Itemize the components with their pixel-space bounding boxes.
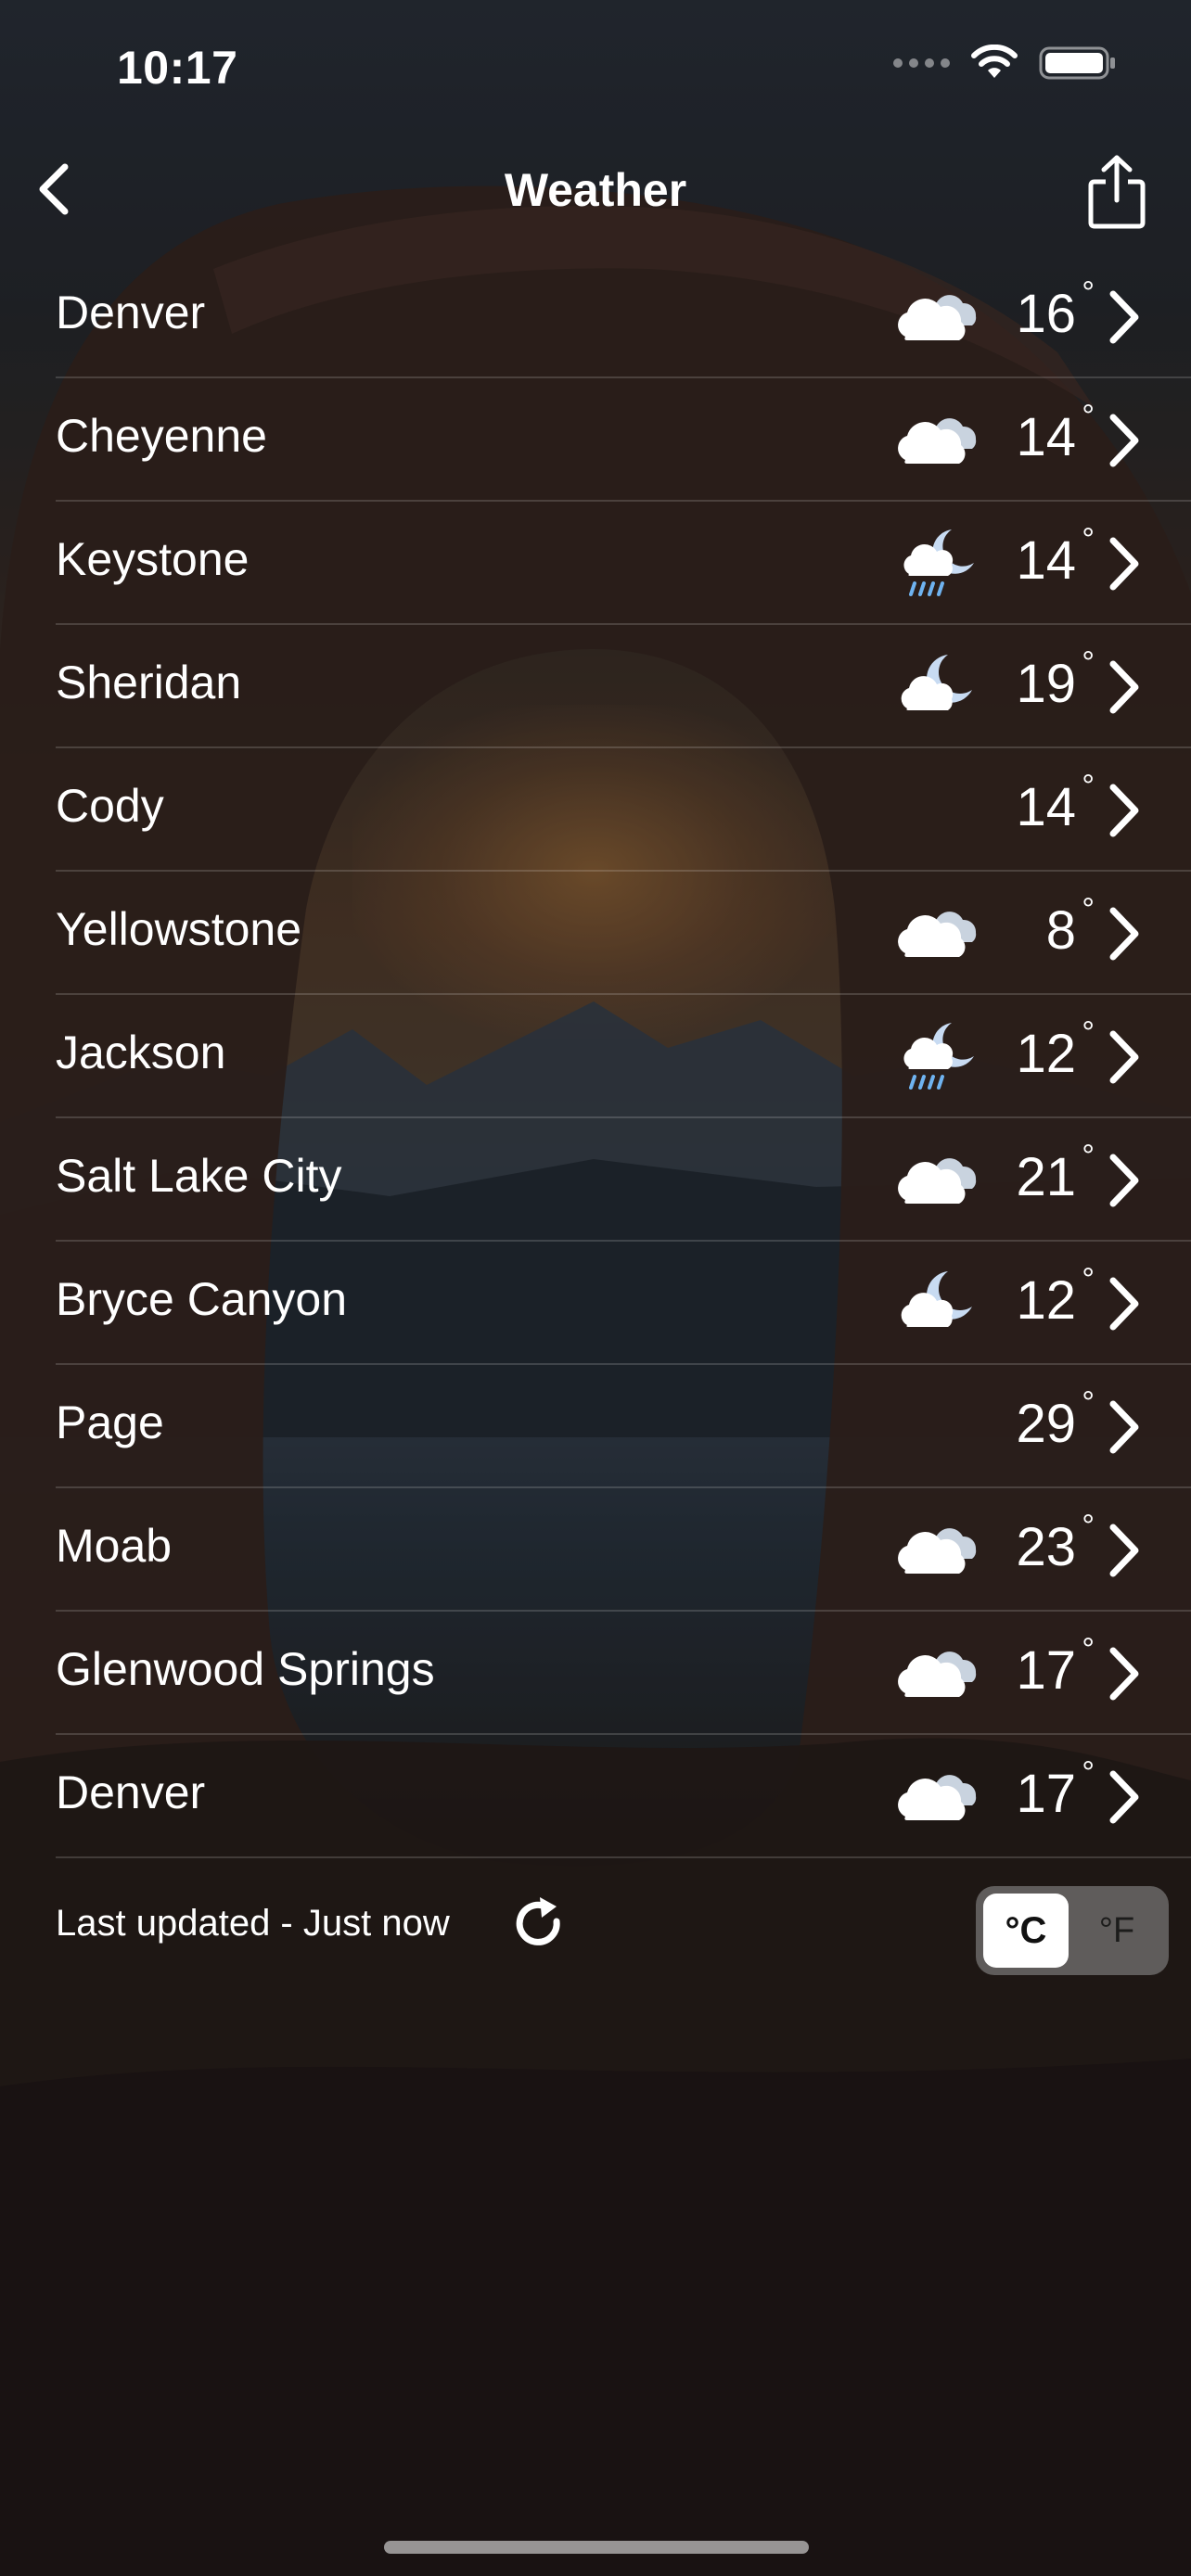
cloudy-icon — [887, 1142, 983, 1217]
degree-mark: ° — [1082, 1385, 1095, 1421]
city-row[interactable]: Denver 17 ° — [56, 1735, 1191, 1858]
city-row[interactable]: Jackson 12 ° — [56, 995, 1191, 1118]
city-name: Sheridan — [56, 657, 242, 708]
degree-mark: ° — [1082, 1262, 1095, 1297]
city-name: Bryce Canyon — [56, 1273, 348, 1325]
city-name: Glenwood Springs — [56, 1643, 435, 1695]
chevron-right-icon[interactable] — [1106, 535, 1143, 593]
chevron-right-icon[interactable] — [1106, 1398, 1143, 1456]
wifi-icon — [971, 45, 1018, 78]
status-icons — [893, 45, 1117, 82]
degree-mark: ° — [1082, 275, 1095, 311]
home-indicator — [384, 2541, 809, 2554]
temperature: 17 — [1016, 1764, 1076, 1824]
temperature: 14 — [1016, 530, 1076, 591]
chevron-right-icon[interactable] — [1106, 1028, 1143, 1086]
city-name: Salt Lake City — [56, 1150, 342, 1202]
city-name: Jackson — [56, 1027, 226, 1078]
degree-mark: ° — [1082, 892, 1095, 927]
temperature: 14 — [1016, 407, 1076, 467]
battery-icon — [1039, 46, 1115, 80]
footer: Last updated - Just now °C °F — [0, 1873, 1191, 1984]
city-row[interactable]: Yellowstone 8 ° — [56, 872, 1191, 995]
city-row[interactable]: Denver 16 ° — [56, 255, 1191, 378]
temperature: 21 — [1016, 1147, 1076, 1207]
last-updated-label: Last updated - Just now — [56, 1903, 450, 1944]
status-time: 10:17 — [117, 42, 238, 94]
temperature: 12 — [1016, 1270, 1076, 1331]
city-name: Yellowstone — [56, 903, 302, 955]
moon-cloud-icon — [887, 649, 983, 723]
status-bar: 10:17 — [0, 0, 1191, 130]
temperature: 29 — [1016, 1394, 1076, 1454]
unit-toggle[interactable]: °C °F — [976, 1886, 1169, 1975]
degree-mark: ° — [1082, 522, 1095, 557]
city-name: Cody — [56, 780, 164, 832]
city-row[interactable]: Keystone 14 ° — [56, 502, 1191, 625]
unit-fahrenheit-button[interactable]: °F — [1072, 1894, 1161, 1968]
degree-mark: ° — [1082, 1015, 1095, 1051]
degree-mark: ° — [1082, 645, 1095, 681]
chevron-right-icon[interactable] — [1106, 658, 1143, 716]
cellular-signal-icon — [893, 58, 950, 68]
city-row[interactable]: Sheridan 19 ° — [56, 625, 1191, 748]
cloudy-icon — [887, 896, 983, 970]
degree-mark: ° — [1082, 1509, 1095, 1544]
cloudy-icon — [887, 1636, 983, 1710]
city-name: Denver — [56, 1766, 206, 1818]
degree-mark: ° — [1082, 1139, 1095, 1174]
chevron-right-icon[interactable] — [1106, 1768, 1143, 1826]
degree-mark: ° — [1082, 1755, 1095, 1791]
cloudy-icon — [887, 402, 983, 477]
navigation-bar: Weather — [0, 139, 1191, 241]
moon-icon — [887, 1389, 983, 1463]
cloudy-icon — [887, 1512, 983, 1587]
temperature: 19 — [1016, 654, 1076, 714]
chevron-right-icon[interactable] — [1106, 1275, 1143, 1333]
unit-celsius-button[interactable]: °C — [983, 1894, 1069, 1968]
city-row[interactable]: Moab 23 ° — [56, 1488, 1191, 1612]
city-list: Denver 16 ° Cheyenne 14 ° Keystone 14 ° Sheridan 1… — [0, 255, 1191, 1858]
page-title: Weather — [504, 164, 687, 216]
moon-cloud-icon — [887, 1266, 983, 1340]
city-name: Moab — [56, 1520, 173, 1572]
chevron-right-icon[interactable] — [1106, 1152, 1143, 1209]
city-name: Page — [56, 1396, 164, 1448]
degree-mark: ° — [1082, 769, 1095, 804]
temperature: 17 — [1016, 1640, 1076, 1701]
city-row[interactable]: Salt Lake City 21 ° — [56, 1118, 1191, 1242]
chevron-right-icon[interactable] — [1106, 1645, 1143, 1702]
refresh-button[interactable] — [508, 1894, 570, 1955]
share-button[interactable] — [1080, 152, 1154, 230]
degree-mark: ° — [1082, 1632, 1095, 1667]
temperature: 23 — [1016, 1517, 1076, 1577]
chevron-right-icon[interactable] — [1106, 905, 1143, 963]
chevron-right-icon[interactable] — [1106, 288, 1143, 346]
cloudy-icon — [887, 1759, 983, 1833]
degree-mark: ° — [1082, 399, 1095, 434]
city-name: Denver — [56, 287, 206, 338]
moon-rain-icon — [887, 526, 983, 600]
city-row[interactable]: Bryce Canyon 12 ° — [56, 1242, 1191, 1365]
city-name: Cheyenne — [56, 410, 267, 462]
chevron-right-icon[interactable] — [1106, 1522, 1143, 1579]
cloudy-icon — [887, 279, 983, 353]
city-row[interactable]: Cheyenne 14 ° — [56, 378, 1191, 502]
city-row[interactable]: Cody 14 ° — [56, 748, 1191, 872]
temperature: 16 — [1016, 284, 1076, 344]
city-row[interactable]: Glenwood Springs 17 ° — [56, 1612, 1191, 1735]
temperature: 8 — [1045, 900, 1076, 961]
city-name: Keystone — [56, 533, 250, 585]
chevron-right-icon[interactable] — [1106, 412, 1143, 469]
chevron-right-icon[interactable] — [1106, 782, 1143, 839]
city-row[interactable]: Page 29 ° — [56, 1365, 1191, 1488]
moon-rain-icon — [887, 1019, 983, 1093]
temperature: 12 — [1016, 1024, 1076, 1084]
moon-icon — [887, 772, 983, 847]
temperature: 14 — [1016, 777, 1076, 837]
